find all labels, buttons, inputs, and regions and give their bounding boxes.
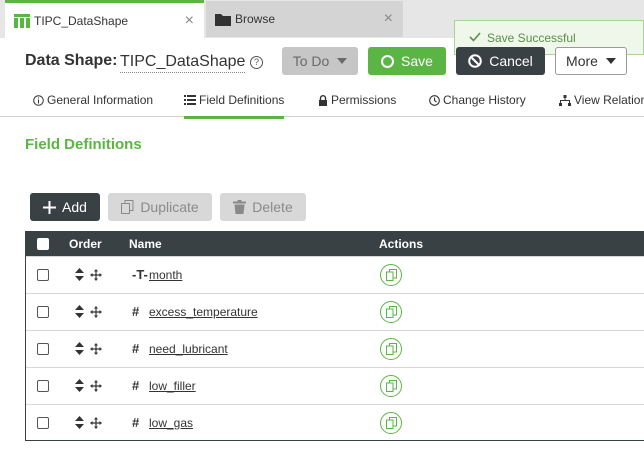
grid-header: Order Name Actions <box>26 232 644 256</box>
field-name-link[interactable]: low_filler <box>149 379 196 393</box>
todo-button[interactable]: To Do <box>282 47 358 75</box>
tab-label: Browse <box>235 12 276 26</box>
table-row[interactable]: # low_gas <box>26 404 644 441</box>
caret-down-icon <box>605 58 616 64</box>
close-icon[interactable]: × <box>384 10 393 28</box>
column-header-name[interactable]: Name <box>129 237 162 251</box>
check-icon <box>469 31 481 45</box>
relation-icon <box>559 94 571 106</box>
move-icon[interactable] <box>90 268 102 284</box>
clock-icon <box>429 94 440 106</box>
datashape-icon <box>14 13 30 28</box>
table-row[interactable]: # need_lubricant <box>26 330 644 367</box>
number-type-icon: # <box>132 304 140 319</box>
delete-button[interactable]: Delete <box>220 193 306 221</box>
select-all-checkbox[interactable] <box>37 238 49 250</box>
save-label: Save <box>401 53 433 69</box>
sort-arrows-icon[interactable] <box>75 305 84 321</box>
cancel-icon <box>468 54 483 68</box>
todo-label: To Do <box>292 53 330 69</box>
field-definitions-grid: Order Name Actions -T-month # excess_tempe… <box>25 231 644 441</box>
subtab-label: Change History <box>443 93 526 107</box>
save-icon <box>381 54 395 68</box>
order-controls <box>75 305 102 321</box>
field-name-link[interactable]: need_lubricant <box>149 342 228 356</box>
tab-general-information[interactable]: General Information <box>33 93 153 107</box>
copy-icon[interactable] <box>380 338 402 360</box>
copy-icon[interactable] <box>380 301 402 323</box>
sort-arrows-icon[interactable] <box>75 268 84 284</box>
plus-icon <box>43 200 57 214</box>
tab-browse[interactable]: Browse × <box>206 1 403 37</box>
subtab-label: General Information <box>47 93 154 107</box>
sort-arrows-icon[interactable] <box>75 379 84 395</box>
string-type-icon: -T- <box>132 267 148 282</box>
order-controls <box>75 416 102 432</box>
table-row[interactable]: # low_filler <box>26 367 644 404</box>
subtab-label: View Relation <box>574 93 644 107</box>
subtab-label: Field Definitions <box>199 93 285 107</box>
row-checkbox[interactable] <box>37 380 49 392</box>
copy-icon[interactable] <box>380 264 402 286</box>
duplicate-label: Duplicate <box>140 199 199 215</box>
list-icon <box>184 95 196 105</box>
caret-down-icon <box>337 58 348 64</box>
copy-icon <box>121 200 134 214</box>
move-icon[interactable] <box>90 305 102 321</box>
row-checkbox[interactable] <box>37 343 49 355</box>
number-type-icon: # <box>132 415 140 430</box>
tab-permissions[interactable]: Permissions <box>318 93 396 107</box>
more-label: More <box>566 53 598 69</box>
toast-message: Save Successful <box>487 30 576 45</box>
number-type-icon: # <box>132 378 140 393</box>
info-icon <box>33 94 44 106</box>
tab-view-relationships[interactable]: View Relation <box>559 93 644 107</box>
delete-label: Delete <box>252 199 293 215</box>
order-controls <box>75 268 102 284</box>
folder-icon <box>215 13 231 26</box>
column-header-actions: Actions <box>379 237 424 251</box>
move-icon[interactable] <box>90 342 102 358</box>
entity-name[interactable]: TIPC_DataShape <box>120 53 246 73</box>
copy-icon[interactable] <box>380 412 402 434</box>
help-icon[interactable]: ? <box>250 56 263 69</box>
table-row[interactable]: # excess_temperature <box>26 293 644 330</box>
sub-navigation: General Information Field Definitions Pe… <box>0 84 644 119</box>
row-checkbox[interactable] <box>37 306 49 318</box>
tab-change-history[interactable]: Change History <box>429 93 526 107</box>
save-button[interactable]: Save <box>368 47 446 75</box>
number-type-icon: # <box>132 341 140 356</box>
field-name-link[interactable]: month <box>149 268 182 282</box>
order-controls <box>75 342 102 358</box>
lock-icon <box>318 94 328 106</box>
table-row[interactable]: -T-month <box>26 256 644 293</box>
add-label: Add <box>62 199 87 215</box>
column-header-order[interactable]: Order <box>69 237 102 251</box>
tab-field-definitions[interactable]: Field Definitions <box>184 93 285 119</box>
more-button[interactable]: More <box>555 47 627 75</box>
row-checkbox[interactable] <box>37 269 49 281</box>
duplicate-button[interactable]: Duplicate <box>108 193 212 221</box>
sort-arrows-icon[interactable] <box>75 342 84 358</box>
move-icon[interactable] <box>90 416 102 432</box>
section-title: Field Definitions <box>25 136 142 153</box>
field-name-link[interactable]: excess_temperature <box>149 305 258 319</box>
row-checkbox[interactable] <box>37 417 49 429</box>
order-controls <box>75 379 102 395</box>
move-icon[interactable] <box>90 379 102 395</box>
cancel-label: Cancel <box>489 53 533 69</box>
entity-type-label: Data Shape: <box>25 52 118 69</box>
sort-arrows-icon[interactable] <box>75 416 84 432</box>
subtab-label: Permissions <box>331 93 397 107</box>
field-name-link[interactable]: low_gas <box>149 416 193 430</box>
trash-icon <box>233 200 247 214</box>
copy-icon[interactable] <box>380 375 402 397</box>
cancel-button[interactable]: Cancel <box>456 47 545 75</box>
tab-tipc-datashape[interactable]: TIPC_DataShape × <box>5 0 204 38</box>
close-icon[interactable]: × <box>185 12 194 30</box>
tab-label: TIPC_DataShape <box>34 13 129 28</box>
add-button[interactable]: Add <box>30 193 100 221</box>
